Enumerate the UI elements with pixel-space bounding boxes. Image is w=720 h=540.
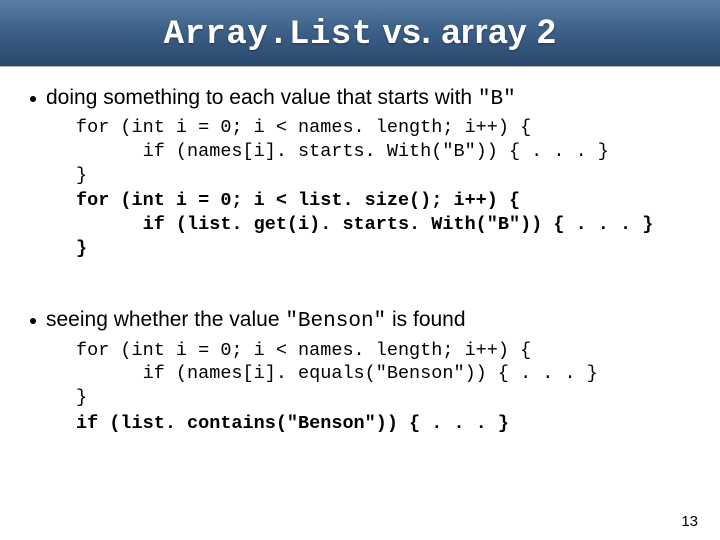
bullet-1: doing something to each value that start… <box>30 84 700 114</box>
code-block-list-b: for (int i = 0; i < list. size(); i++) {… <box>76 189 700 260</box>
code-block-array-benson: for (int i = 0; i < names. length; i++) … <box>76 339 700 410</box>
bullet-2-text: seeing whether the value "Benson" is fou… <box>46 306 466 336</box>
slide: Array.List vs. array 2 doing something t… <box>0 0 720 540</box>
title-band: Array.List vs. array 2 <box>0 0 720 66</box>
title-rest: vs. array 2 <box>373 13 557 51</box>
bullet-1-pre: doing something to each value that start… <box>46 86 478 109</box>
bullet-2: seeing whether the value "Benson" is fou… <box>30 306 700 336</box>
slide-title: Array.List vs. array 2 <box>164 13 557 54</box>
bullet-2-pre: seeing whether the value <box>46 308 285 331</box>
page-number: 13 <box>681 513 698 530</box>
code-block-list-benson: if (list. contains("Benson")) { . . . } <box>76 412 700 436</box>
title-mono: Array.List <box>164 16 373 54</box>
bullet-dot-icon <box>30 318 36 324</box>
bullet-1-mono: "B" <box>478 88 516 111</box>
bullet-dot-icon <box>30 96 36 102</box>
bullet-1-text: doing something to each value that start… <box>46 84 516 114</box>
bullet-2-mono: "Benson" <box>285 310 386 333</box>
bullet-2-post: is found <box>386 308 465 331</box>
code-block-array-b: for (int i = 0; i < names. length; i++) … <box>76 116 700 187</box>
slide-content: doing something to each value that start… <box>0 66 720 435</box>
